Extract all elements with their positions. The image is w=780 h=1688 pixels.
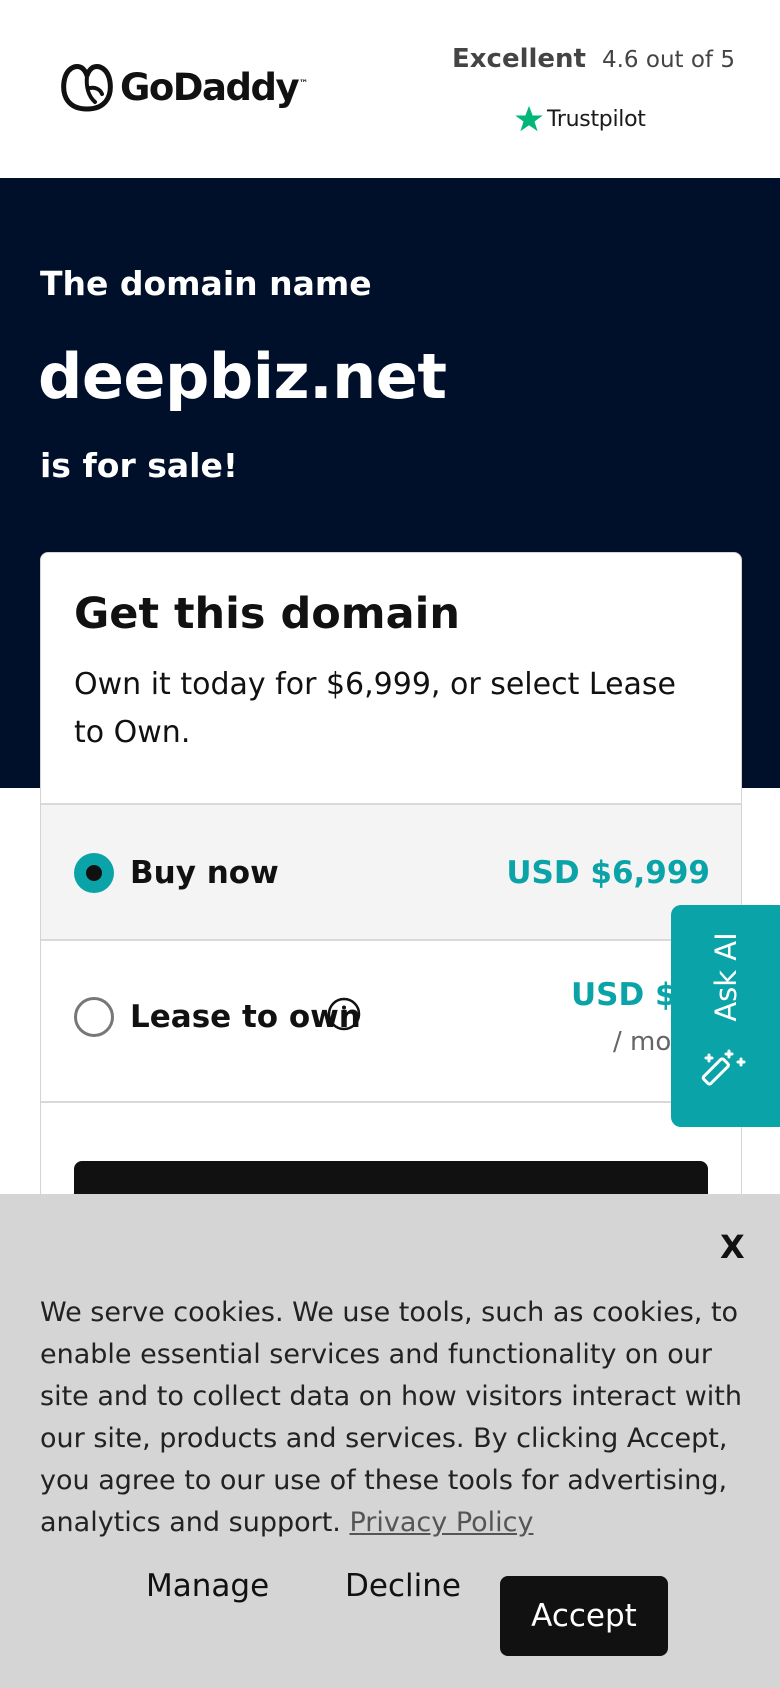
- ask-ai-label: Ask AI: [709, 932, 743, 1022]
- hero-subtitle: The domain name: [40, 264, 372, 303]
- cookie-message: We serve cookies. We use tools, such as …: [40, 1292, 752, 1544]
- divider: [41, 1101, 741, 1103]
- manage-button[interactable]: Manage: [146, 1568, 269, 1604]
- trustpilot-logo[interactable]: Trustpilot: [514, 104, 646, 134]
- lease-period: / mo: [613, 1027, 672, 1057]
- card-description: Own it today for $6,999, or select Lease…: [74, 667, 677, 750]
- trustpilot-star-icon: [515, 105, 543, 132]
- sale-text: is for sale!: [40, 446, 238, 485]
- cookie-message-text: We serve cookies. We use tools, such as …: [40, 1297, 742, 1538]
- rating-label: Excellent: [452, 44, 586, 74]
- decline-button[interactable]: Decline: [345, 1568, 461, 1604]
- domain-name: deepbiz.net: [38, 340, 447, 413]
- rating-score: 4.6 out of 5: [601, 47, 735, 73]
- logo-wordmark: GoDaddy™: [120, 65, 308, 109]
- godaddy-logo-icon: [61, 64, 113, 112]
- magic-wand-icon: [701, 1049, 746, 1086]
- trustpilot-rating[interactable]: Excellent 4.6 out of 5: [452, 44, 735, 74]
- godaddy-logo[interactable]: GoDaddy™: [60, 62, 308, 112]
- buy-now-label: Buy now: [130, 855, 279, 891]
- accept-button[interactable]: Accept: [500, 1576, 668, 1656]
- info-icon[interactable]: [327, 997, 361, 1031]
- option-lease-to-own[interactable]: Lease to own USD $1 / mo: [41, 939, 741, 1101]
- site-header: GoDaddy™ Excellent 4.6 out of 5 Trustpil…: [0, 0, 780, 178]
- privacy-policy-link[interactable]: Privacy Policy: [349, 1507, 533, 1538]
- lease-radio[interactable]: [74, 997, 114, 1037]
- purchase-card: Get this domain Own it today for $6,999,…: [40, 552, 742, 1252]
- buy-now-radio[interactable]: [74, 853, 114, 893]
- buy-now-price: USD $6,999: [506, 855, 710, 891]
- close-icon[interactable]: X: [720, 1228, 745, 1266]
- trustpilot-label: Trustpilot: [547, 106, 646, 132]
- ask-ai-button[interactable]: Ask AI: [671, 905, 780, 1127]
- card-title: Get this domain: [74, 589, 460, 639]
- cookie-banner: X We serve cookies. We use tools, such a…: [0, 1194, 780, 1688]
- option-buy-now[interactable]: Buy now USD $6,999: [41, 803, 741, 939]
